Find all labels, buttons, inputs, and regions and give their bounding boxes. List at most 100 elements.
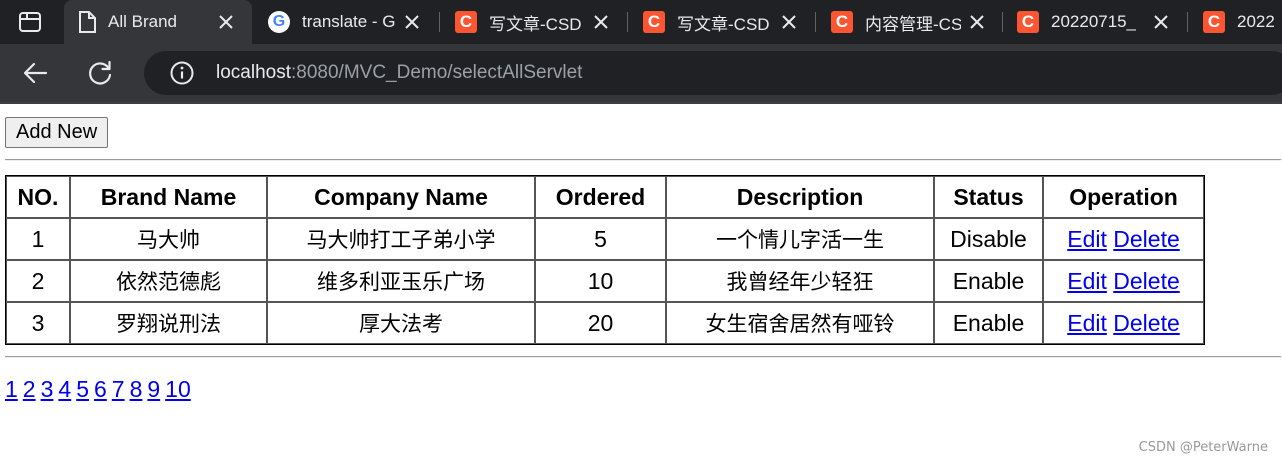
cell-status: Enable bbox=[934, 302, 1043, 344]
header-description: Description bbox=[666, 176, 934, 218]
tab-title: 20220715_ bbox=[1051, 12, 1137, 31]
close-icon bbox=[1154, 15, 1168, 29]
close-tab-button[interactable] bbox=[779, 12, 799, 32]
divider-bottom bbox=[5, 356, 1281, 358]
page-link-4[interactable]: 4 bbox=[58, 376, 71, 402]
tab-actions-button[interactable] bbox=[0, 0, 60, 44]
tab-csdn-content[interactable]: C 内容管理-CSDN bbox=[817, 0, 1003, 44]
cell-description: 我曾经年少轻狂 bbox=[666, 260, 934, 302]
back-button[interactable] bbox=[17, 55, 53, 91]
edit-link[interactable]: Edit bbox=[1067, 268, 1107, 294]
tab-csdn-20220715[interactable]: C 20220715_ bbox=[1003, 0, 1187, 44]
divider-top bbox=[5, 159, 1281, 161]
header-operation: Operation bbox=[1043, 176, 1204, 218]
cell-no: 2 bbox=[6, 260, 70, 302]
cell-operation: Edit Delete bbox=[1043, 302, 1204, 344]
brand-table: NO. Brand Name Company Name Ordered Desc… bbox=[5, 175, 1205, 345]
watermark: CSDN @PeterWarne bbox=[1138, 440, 1268, 455]
edit-link[interactable]: Edit bbox=[1067, 310, 1107, 336]
reload-button[interactable] bbox=[82, 55, 118, 91]
page-link-9[interactable]: 9 bbox=[147, 376, 160, 402]
tab-csdn-write-2[interactable]: C 写文章-CSDN bbox=[629, 0, 815, 44]
tab-separator bbox=[1187, 12, 1188, 32]
info-icon bbox=[170, 61, 194, 85]
page-link-8[interactable]: 8 bbox=[130, 376, 143, 402]
tab-strip: All Brand G translate - G C 写文章-CSDN C 写… bbox=[0, 0, 1282, 44]
cell-status: Enable bbox=[934, 260, 1043, 302]
cell-company-name: 维多利亚玉乐广场 bbox=[267, 260, 535, 302]
table-row: 3 罗翔说刑法 厚大法考 20 女生宿舍居然有哑铃 Enable Edit De… bbox=[6, 302, 1204, 344]
close-icon bbox=[405, 15, 419, 29]
close-tab-button[interactable] bbox=[1151, 12, 1171, 32]
table-header-row: NO. Brand Name Company Name Ordered Desc… bbox=[6, 176, 1204, 218]
cell-ordered: 5 bbox=[535, 218, 666, 260]
tab-title: 内容管理-CSDN bbox=[865, 14, 961, 34]
page-link-3[interactable]: 3 bbox=[41, 376, 54, 402]
close-tab-button[interactable] bbox=[402, 12, 422, 32]
page-link-6[interactable]: 6 bbox=[94, 376, 107, 402]
url-host: localhost bbox=[216, 62, 291, 83]
tab-title: 2022 bbox=[1237, 12, 1275, 31]
table-row: 2 依然范德彪 维多利亚玉乐广场 10 我曾经年少轻狂 Enable Edit … bbox=[6, 260, 1204, 302]
cell-brand-name: 马大帅 bbox=[70, 218, 267, 260]
csdn-icon: C bbox=[1203, 11, 1225, 33]
cell-no: 3 bbox=[6, 302, 70, 344]
page-link-1[interactable]: 1 bbox=[5, 376, 18, 402]
cell-description: 女生宿舍居然有哑铃 bbox=[666, 302, 934, 344]
page-link-7[interactable]: 7 bbox=[112, 376, 125, 402]
address-bar[interactable]: localhost:8080/MVC_Demo/selectAllServlet bbox=[144, 51, 1282, 95]
tab-title: 写文章-CSDN bbox=[489, 14, 581, 34]
table-row: 1 马大帅 马大帅打工子弟小学 5 一个情儿字活一生 Disable Edit … bbox=[6, 218, 1204, 260]
url-path: :8080/MVC_Demo/selectAllServlet bbox=[291, 62, 583, 83]
browser-toolbar: localhost:8080/MVC_Demo/selectAllServlet bbox=[0, 44, 1282, 102]
header-company-name: Company Name bbox=[267, 176, 535, 218]
tab-all-brand[interactable]: All Brand bbox=[64, 0, 252, 44]
close-tab-button[interactable] bbox=[591, 12, 611, 32]
header-brand-name: Brand Name bbox=[70, 176, 267, 218]
tab-csdn-2022[interactable]: C 2022 bbox=[1189, 0, 1282, 44]
page-link-5[interactable]: 5 bbox=[76, 376, 89, 402]
cell-operation: Edit Delete bbox=[1043, 260, 1204, 302]
pagination: 1 2 3 4 5 6 7 8 9 10 bbox=[5, 376, 196, 403]
cell-company-name: 厚大法考 bbox=[267, 302, 535, 344]
cell-operation: Edit Delete bbox=[1043, 218, 1204, 260]
header-no: NO. bbox=[6, 176, 70, 218]
reload-icon bbox=[89, 60, 112, 85]
cell-description: 一个情儿字活一生 bbox=[666, 218, 934, 260]
cell-status: Disable bbox=[934, 218, 1043, 260]
add-new-button[interactable]: Add New bbox=[5, 117, 109, 148]
close-icon bbox=[782, 15, 796, 29]
close-tab-button[interactable] bbox=[967, 12, 987, 32]
cell-company-name: 马大帅打工子弟小学 bbox=[267, 218, 535, 260]
delete-link[interactable]: Delete bbox=[1113, 268, 1179, 294]
cell-ordered: 10 bbox=[535, 260, 666, 302]
tab-title: translate - G bbox=[302, 12, 396, 31]
back-arrow-icon bbox=[23, 62, 48, 84]
google-icon: G bbox=[268, 11, 290, 33]
cell-brand-name: 依然范德彪 bbox=[70, 260, 267, 302]
page-link-2[interactable]: 2 bbox=[23, 376, 36, 402]
edit-link[interactable]: Edit bbox=[1067, 226, 1107, 252]
page-icon bbox=[79, 11, 96, 33]
close-icon bbox=[594, 15, 608, 29]
tab-separator bbox=[627, 12, 628, 32]
site-info-button[interactable] bbox=[168, 59, 196, 87]
page-content: Add New NO. Brand Name Company Name Orde… bbox=[0, 104, 1282, 464]
delete-link[interactable]: Delete bbox=[1113, 310, 1179, 336]
csdn-icon: C bbox=[1017, 11, 1039, 33]
tab-title: All Brand bbox=[108, 12, 177, 31]
close-icon bbox=[970, 15, 984, 29]
header-ordered: Ordered bbox=[535, 176, 666, 218]
tab-actions-icon bbox=[19, 12, 41, 32]
cell-no: 1 bbox=[6, 218, 70, 260]
close-icon bbox=[219, 15, 233, 29]
delete-link[interactable]: Delete bbox=[1113, 226, 1179, 252]
csdn-icon: C bbox=[455, 11, 477, 33]
tab-csdn-write-1[interactable]: C 写文章-CSDN bbox=[441, 0, 627, 44]
close-tab-button[interactable] bbox=[216, 12, 236, 32]
page-link-10[interactable]: 10 bbox=[165, 376, 191, 402]
tab-translate[interactable]: G translate - G bbox=[254, 0, 438, 44]
cell-brand-name: 罗翔说刑法 bbox=[70, 302, 267, 344]
csdn-icon: C bbox=[643, 11, 665, 33]
csdn-icon: C bbox=[831, 11, 853, 33]
